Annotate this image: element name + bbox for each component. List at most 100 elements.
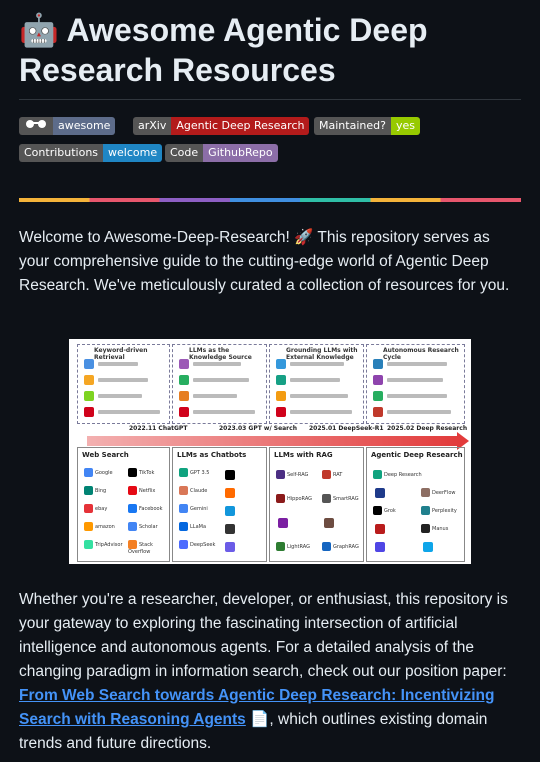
text-line [387, 410, 451, 414]
overview-figure: Keyword-driven Retrieval LLMs as the Kno… [69, 339, 471, 564]
panel-title: Autonomous Research Cycle [381, 347, 464, 361]
list-item: TikTok [128, 468, 154, 477]
maintained-badge-left: Maintained? [314, 117, 391, 135]
title-divider [19, 99, 521, 100]
list-item: HippoRAG [276, 494, 312, 503]
arxiv-badge-right: Agentic Deep Research [171, 117, 310, 135]
list-item: amazon [84, 522, 115, 531]
timeline-label: 2025.02 Deep Research [387, 425, 468, 432]
text-line [193, 378, 249, 382]
workflow-icon [276, 359, 286, 369]
column-title: Agentic Deep Research [371, 451, 463, 459]
hallucination-icon [276, 391, 286, 401]
list-item: LLaMa [179, 522, 206, 531]
column-chatbots: LLMs as Chatbots GPT 3.5 Claude Gemini L… [172, 447, 267, 562]
text-line [387, 378, 443, 382]
rainbow-divider [19, 198, 521, 202]
contributions-badge-left: Contributions [19, 144, 104, 162]
maintained-badge-right: yes [390, 117, 420, 135]
list-item: Stack Overflow [128, 540, 153, 555]
agent-icon [375, 488, 385, 498]
arxiv-badge-left: arXiv [133, 117, 172, 135]
text-line [290, 378, 340, 382]
column-rag: LLMs with RAG Self-RAG RAT HippoRAG Smar… [269, 447, 364, 562]
code-badge-left: Code [165, 144, 204, 162]
reasoning-icon [373, 375, 383, 385]
chatbot-icon [225, 524, 235, 534]
panel-keyword-retrieval: Keyword-driven Retrieval [77, 344, 170, 424]
contributions-badge[interactable]: Contributions welcome [19, 144, 163, 162]
code-badge[interactable]: Code GithubRepo [165, 144, 278, 162]
timeline-label: 2022.11 ChatGPT [129, 425, 188, 432]
index-icon [84, 375, 94, 385]
column-title: Web Search [82, 451, 129, 459]
brain-icon [179, 359, 189, 369]
panel-title: Grounding LLMs with External Knowledge [284, 347, 363, 361]
text-line [290, 394, 348, 398]
text-line [193, 362, 241, 366]
limitation-icon [179, 407, 189, 417]
limitation-icon [84, 407, 94, 417]
report-icon [373, 407, 383, 417]
panel-grounding-rag: Grounding LLMs with External Knowledge [269, 344, 364, 424]
page-title: 🤖 Awesome Agentic Deep Research Resource… [19, 12, 428, 88]
list-item: DeepSeek [179, 540, 215, 549]
hop-icon [373, 391, 383, 401]
code-badge-right: GithubRepo [203, 144, 278, 162]
list-item: Claude [179, 486, 207, 495]
list-item: GraphRAG [322, 542, 359, 551]
list-item: ebay [84, 504, 107, 513]
list-item: Gemini [179, 504, 208, 513]
agent-icon [375, 524, 385, 534]
panel-research-cycle: Autonomous Research Cycle [366, 344, 465, 424]
text-line [98, 394, 142, 398]
university-icon [278, 518, 288, 528]
agent-icon [375, 542, 385, 552]
text-line [387, 362, 447, 366]
timeline-arrow [87, 436, 459, 446]
planning-icon [373, 359, 383, 369]
dialogue-icon [179, 391, 189, 401]
panel-llm-knowledge: LLMs as the Knowledge Source [172, 344, 267, 424]
limitation-icon [276, 407, 286, 417]
readme-page: 🤖 Awesome Agentic Deep Research Resource… [0, 0, 540, 762]
maintained-badge[interactable]: Maintained? yes [314, 117, 420, 135]
gateway-paragraph: Whether you're a researcher, developer, … [19, 588, 519, 756]
text-line [193, 410, 255, 414]
list-item: Manus [421, 524, 448, 533]
list-item: Grok [373, 506, 396, 515]
chatbot-icon [225, 488, 235, 498]
list-item: GPT 3.5 [179, 468, 210, 477]
tiktok-icon [225, 470, 235, 480]
list-item: SmartRAG [322, 494, 359, 503]
chatbot-icon [225, 542, 235, 552]
text-line [193, 394, 237, 398]
list-item: Self-RAG [276, 470, 308, 479]
column-title: LLMs as Chatbots [177, 451, 247, 459]
list-item: Facebook [128, 504, 163, 513]
awesome-badge[interactable]: awesome [19, 117, 116, 135]
glasses-icon [19, 117, 53, 135]
ranking-icon [84, 391, 94, 401]
gateway-text: Whether you're a researcher, developer, … [19, 591, 508, 680]
text-line [98, 362, 138, 366]
contributions-badge-right: welcome [103, 144, 163, 162]
rag-icon [276, 375, 286, 385]
agent-icon [423, 542, 433, 552]
intro-paragraph: Welcome to Awesome-Deep-Research! 🚀 This… [19, 229, 510, 294]
timeline-label: 2023.03 GPT w/ Search [219, 425, 297, 432]
list-item: Bing [84, 486, 106, 495]
timeline-label: 2025.01 DeepSeek-R1 [309, 425, 384, 432]
text-line [290, 410, 352, 414]
text-line [98, 378, 148, 382]
panel-title: Keyword-driven Retrieval [92, 347, 169, 361]
chatbot-icon [225, 506, 235, 516]
list-item: LightRAG [276, 542, 310, 551]
text-line [290, 362, 344, 366]
search-engine-icon [84, 359, 94, 369]
refine-icon [179, 375, 189, 385]
list-item: DeerFlow [421, 488, 455, 497]
arxiv-badge[interactable]: arXiv Agentic Deep Research [133, 117, 310, 135]
column-deep-research: Agentic Deep Research Deep Research Deer… [366, 447, 465, 562]
list-item: Netflix [128, 486, 155, 495]
